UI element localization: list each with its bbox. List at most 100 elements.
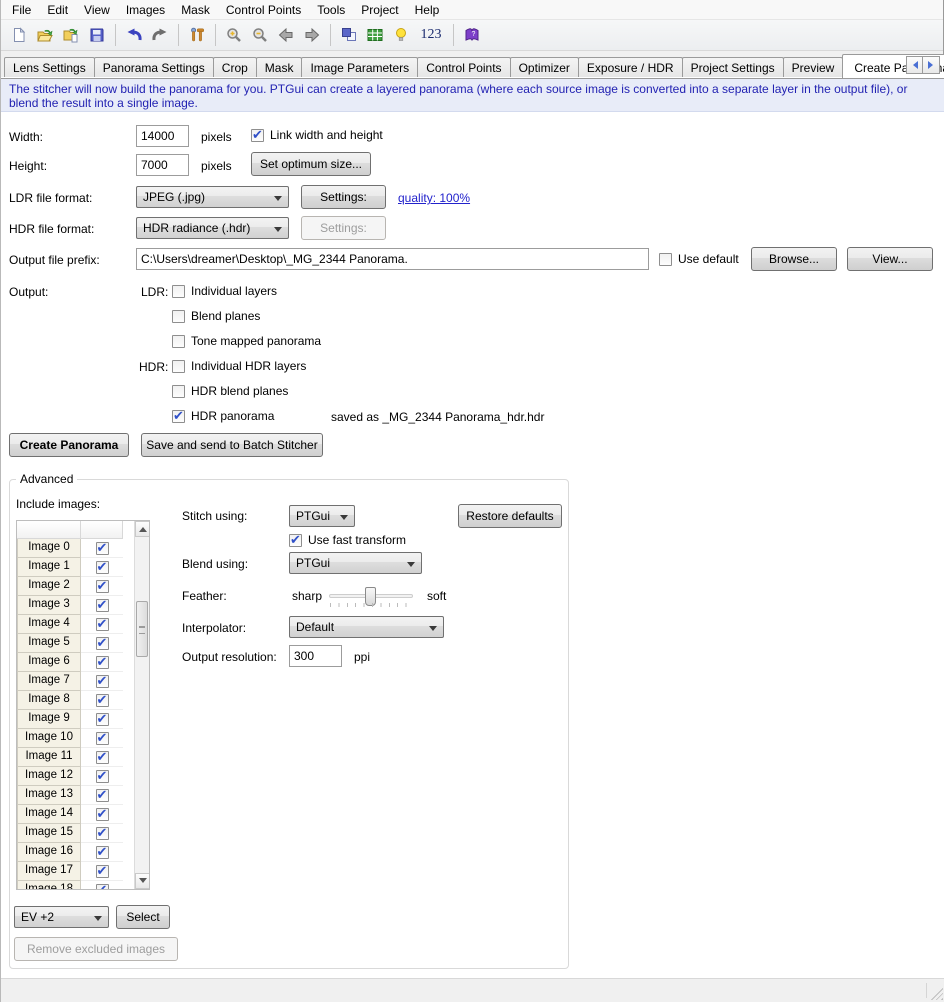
scrollbar-thumb[interactable] <box>136 601 148 657</box>
menu-item[interactable]: Edit <box>39 1 76 19</box>
output-prefix-input[interactable] <box>136 248 649 270</box>
menu-item[interactable]: Control Points <box>218 1 309 19</box>
height-input[interactable] <box>136 154 189 176</box>
image-include-checkbox[interactable] <box>96 599 109 612</box>
view-button[interactable]: View... <box>847 247 933 271</box>
image-row-label[interactable]: Image 18 <box>17 881 81 890</box>
image-include-checkbox[interactable] <box>96 694 109 707</box>
tab-project-settings[interactable]: Project Settings <box>682 57 784 77</box>
image-include-checkbox[interactable] <box>96 865 109 878</box>
ldr-settings-button[interactable]: Settings: <box>301 185 386 209</box>
image-row-label[interactable]: Image 16 <box>17 843 81 862</box>
image-include-checkbox[interactable] <box>96 542 109 555</box>
undo-icon[interactable] <box>121 22 147 48</box>
tab-preview[interactable]: Preview <box>783 57 844 77</box>
open-project-icon[interactable] <box>32 22 58 48</box>
width-input[interactable] <box>136 125 189 147</box>
image-include-checkbox[interactable] <box>96 770 109 783</box>
image-include-checkbox[interactable] <box>96 751 109 764</box>
use-fast-transform-checkbox[interactable] <box>289 534 302 547</box>
image-include-checkbox[interactable] <box>96 789 109 802</box>
image-row-label[interactable]: Image 5 <box>17 634 81 653</box>
image-include-checkbox[interactable] <box>96 732 109 745</box>
hdr-format-dropdown[interactable]: HDR radiance (.hdr) <box>136 217 289 239</box>
image-row-label[interactable]: Image 6 <box>17 653 81 672</box>
image-include-checkbox[interactable] <box>96 827 109 840</box>
redo-icon[interactable] <box>147 22 173 48</box>
tone-mapped-checkbox[interactable] <box>172 335 185 348</box>
add-images-icon[interactable] <box>58 22 84 48</box>
stitch-using-dropdown[interactable]: PTGui <box>289 505 355 527</box>
scroll-up-icon[interactable] <box>135 521 150 537</box>
menu-item[interactable]: Tools <box>309 1 353 19</box>
image-row-label[interactable]: Image 7 <box>17 672 81 691</box>
image-include-checkbox[interactable] <box>96 808 109 821</box>
detail-viewer-icon[interactable] <box>388 22 414 48</box>
image-row-label[interactable]: Image 1 <box>17 558 81 577</box>
tab-mask[interactable]: Mask <box>256 57 303 77</box>
image-row-label[interactable]: Image 11 <box>17 748 81 767</box>
tab-control-points[interactable]: Control Points <box>417 57 510 77</box>
image-row-label[interactable]: Image 9 <box>17 710 81 729</box>
image-include-checkbox[interactable] <box>96 846 109 859</box>
tools-icon[interactable] <box>184 22 210 48</box>
link-width-height-checkbox[interactable] <box>251 129 264 142</box>
image-list-scrollbar[interactable] <box>134 521 149 889</box>
image-row-label[interactable]: Image 0 <box>17 539 81 558</box>
image-include-checkbox[interactable] <box>96 618 109 631</box>
panorama-editor-icon[interactable] <box>336 22 362 48</box>
image-row-label[interactable]: Image 4 <box>17 615 81 634</box>
set-optimum-size-button[interactable]: Set optimum size... <box>251 152 371 176</box>
zoom-in-icon[interactable] <box>221 22 247 48</box>
ev-select-dropdown[interactable]: EV +2 <box>14 906 109 928</box>
blend-using-dropdown[interactable]: PTGui <box>289 552 422 574</box>
tab-scroll-right-icon[interactable] <box>923 56 940 74</box>
image-row-label[interactable]: Image 10 <box>17 729 81 748</box>
tab-exposure-hdr[interactable]: Exposure / HDR <box>578 57 683 77</box>
image-include-checkbox[interactable] <box>96 884 109 891</box>
include-images-list[interactable]: Image 0 Image 1 Image 2 Image 3 <box>16 520 150 890</box>
image-include-checkbox[interactable] <box>96 656 109 669</box>
image-include-column-header[interactable] <box>81 521 123 539</box>
select-button[interactable]: Select <box>116 905 170 929</box>
image-row-label[interactable]: Image 15 <box>17 824 81 843</box>
image-include-checkbox[interactable] <box>96 580 109 593</box>
image-include-checkbox[interactable] <box>96 561 109 574</box>
zoom-out-icon[interactable] <box>247 22 273 48</box>
image-row-label[interactable]: Image 12 <box>17 767 81 786</box>
individual-layers-checkbox[interactable] <box>172 285 185 298</box>
menu-item[interactable]: Help <box>407 1 448 19</box>
menu-item[interactable]: Images <box>118 1 173 19</box>
output-resolution-input[interactable] <box>289 645 342 667</box>
tab-lens-settings[interactable]: Lens Settings <box>4 57 95 77</box>
next-image-icon[interactable] <box>299 22 325 48</box>
quality-link[interactable]: quality: 100% <box>398 191 470 205</box>
image-name-column-header[interactable] <box>17 521 81 539</box>
image-row-label[interactable]: Image 13 <box>17 786 81 805</box>
tab-optimizer[interactable]: Optimizer <box>510 57 579 77</box>
image-table-icon[interactable] <box>362 22 388 48</box>
restore-defaults-button[interactable]: Restore defaults <box>458 504 562 528</box>
hdr-panorama-checkbox[interactable] <box>172 410 185 423</box>
create-panorama-button[interactable]: Create Panorama <box>9 433 129 457</box>
interpolator-dropdown[interactable]: Default <box>289 616 444 638</box>
save-batch-stitcher-button[interactable]: Save and send to Batch Stitcher <box>141 433 323 457</box>
help-icon[interactable]: ? <box>459 22 485 48</box>
individual-hdr-layers-checkbox[interactable] <box>172 360 185 373</box>
hdr-blend-planes-checkbox[interactable] <box>172 385 185 398</box>
tab-panorama-settings[interactable]: Panorama Settings <box>94 57 214 77</box>
previous-image-icon[interactable] <box>273 22 299 48</box>
tab-crop[interactable]: Crop <box>213 57 257 77</box>
save-project-icon[interactable] <box>84 22 110 48</box>
ldr-format-dropdown[interactable]: JPEG (.jpg) <box>136 186 289 208</box>
image-row-label[interactable]: Image 3 <box>17 596 81 615</box>
scroll-down-icon[interactable] <box>135 873 150 889</box>
image-row-label[interactable]: Image 14 <box>17 805 81 824</box>
tab-image-parameters[interactable]: Image Parameters <box>301 57 418 77</box>
image-row-label[interactable]: Image 2 <box>17 577 81 596</box>
image-include-checkbox[interactable] <box>96 713 109 726</box>
image-row-label[interactable]: Image 17 <box>17 862 81 881</box>
menu-item[interactable]: File <box>4 1 39 19</box>
blend-planes-checkbox[interactable] <box>172 310 185 323</box>
tab-scroll-left-icon[interactable] <box>906 56 923 74</box>
